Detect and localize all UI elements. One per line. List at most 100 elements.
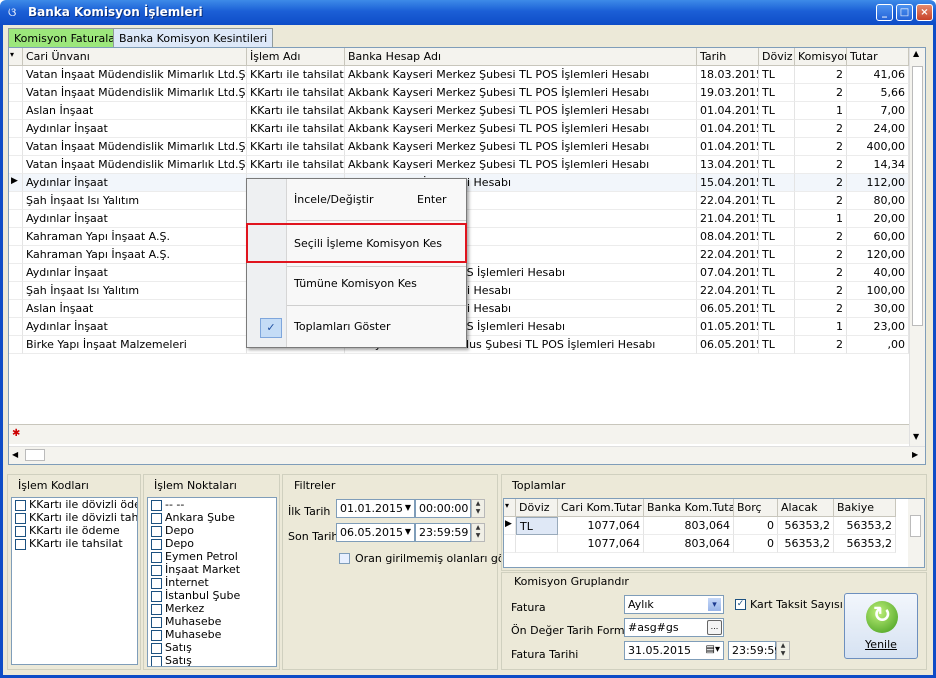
table-row[interactable]: 1077,064 803,064 0 56353,2 56353,2 [504, 535, 908, 553]
dropdown-arrow-icon[interactable]: ▼ [405, 527, 411, 536]
scroll-down-icon[interactable]: ▼ [913, 432, 919, 441]
checkbox[interactable] [15, 525, 26, 537]
toplamlar-scrollbar[interactable] [908, 499, 924, 567]
on-deger-input[interactable]: #asg#gs... [624, 618, 724, 637]
column-header[interactable]: Cari Kom.Tutar [558, 499, 644, 517]
son-saat-input[interactable]: 23:59:59 [415, 523, 471, 542]
checkbox[interactable] [15, 499, 26, 511]
checkbox[interactable] [151, 616, 162, 628]
menu-item-toplamlari-goster[interactable]: ✓ Toplamları Göster [247, 307, 466, 347]
yenile-button[interactable]: ↻ Yenile [844, 593, 918, 659]
column-header[interactable]: Bakiye [834, 499, 896, 517]
column-header-banka[interactable]: Banka Hesap Adı [345, 48, 697, 66]
tab-komisyon-faturalari[interactable]: Komisyon Faturaları [8, 28, 129, 47]
list-item[interactable]: KKartı ile dövizli tahsilat [12, 511, 137, 524]
list-item[interactable]: Depo [148, 537, 276, 550]
vertical-scroll-thumb[interactable] [912, 66, 923, 326]
ellipsis-button[interactable]: ... [707, 620, 722, 635]
list-item[interactable]: Ankara Şube [148, 511, 276, 524]
table-row[interactable]: Aslan İnşaat KKartı ile tahsilat Akbank Ka… [9, 102, 909, 120]
oran-checkbox[interactable] [339, 553, 350, 564]
table-row[interactable]: Aydınlar İnşaat KKartı ile tahsilat Akbank… [9, 120, 909, 138]
scroll-up-icon[interactable]: ▲ [913, 49, 919, 58]
list-item[interactable]: İnternet [148, 576, 276, 589]
column-header[interactable]: Alacak [778, 499, 834, 517]
table-row[interactable]: Vatan İnşaat Müdendislik Mimarlık Ltd.Şt… [9, 156, 909, 174]
column-header[interactable]: Borç [734, 499, 778, 517]
list-item[interactable]: Depo [148, 524, 276, 537]
checkbox[interactable] [151, 590, 162, 602]
checkbox[interactable] [151, 538, 162, 550]
column-header-tutar[interactable]: Tutar [847, 48, 909, 66]
tab-banka-komisyon-kesintileri[interactable]: Banka Komisyon Kesintileri [113, 28, 274, 47]
table-row[interactable]: Vatan İnşaat Müdendislik Mimarlık Ltd.Şt… [9, 66, 909, 84]
ilk-saat-spinner-icon[interactable]: ▲ ▼ [471, 499, 485, 518]
checkbox[interactable] [151, 642, 162, 654]
list-item[interactable]: Merkez [148, 602, 276, 615]
toplamlar-grid[interactable]: ▾ Döviz Cari Kom.Tutar Banka Kom.Tutar Borç… [503, 498, 925, 568]
list-item[interactable]: İnşaat Market [148, 563, 276, 576]
close-button[interactable]: × [916, 4, 933, 21]
list-item[interactable]: -- -- [148, 498, 276, 511]
scroll-thumb[interactable] [910, 515, 921, 537]
checkbox[interactable] [151, 512, 162, 524]
checkbox[interactable] [151, 629, 162, 641]
list-item[interactable]: İstanbul Şube [148, 589, 276, 602]
maximize-button[interactable]: □ [896, 4, 913, 21]
column-chooser-icon[interactable]: ▾ [9, 48, 23, 66]
list-item[interactable]: Muhasebe [148, 615, 276, 628]
dropdown-arrow-icon[interactable]: ▼ [405, 503, 411, 512]
scroll-left-icon[interactable]: ◀ [12, 450, 18, 459]
filter-icon[interactable]: ✱ [12, 428, 20, 439]
list-item[interactable]: Satış [148, 641, 276, 654]
calendar-dropdown-icon[interactable]: ▤▾ [706, 644, 720, 655]
scroll-right-icon[interactable]: ▶ [912, 450, 918, 459]
checkbox[interactable] [151, 564, 162, 576]
checkbox[interactable] [151, 525, 162, 537]
table-row[interactable]: Vatan İnşaat Müdendislik Mimarlık Ltd.Şt… [9, 84, 909, 102]
column-header-komisyon[interactable]: Komisyon [795, 48, 847, 66]
menu-item-tumune-komisyon-kes[interactable]: Tümüne Komisyon Kes [247, 264, 466, 304]
column-header-islem[interactable]: İşlem Adı [247, 48, 345, 66]
ilk-saat-input[interactable]: 00:00:00 [415, 499, 471, 518]
filter-row[interactable]: ✱ [9, 424, 909, 444]
fatura-saat-spinner-icon[interactable]: ▲ ▼ [776, 641, 790, 660]
list-item[interactable]: KKartı ile tahsilat [12, 537, 137, 550]
list-item[interactable]: KKartı ile dövizli ödeme [12, 498, 137, 511]
fatura-saat-input[interactable]: 23:59:59 [728, 641, 781, 660]
checkbox[interactable] [15, 512, 26, 524]
column-header-cari[interactable]: Cari Ünvanı [23, 48, 247, 66]
title-bar[interactable]: ଓ Banka Komisyon İşlemleri _ □ × [0, 0, 936, 25]
invoice-grid[interactable]: ▾ Cari Ünvanı İşlem Adı Banka Hesap Adı … [8, 47, 926, 465]
column-chooser-icon[interactable]: ▾ [504, 499, 516, 517]
horizontal-scroll-thumb[interactable] [25, 449, 45, 461]
table-row[interactable]: Vatan İnşaat Müdendislik Mimarlık Ltd.Şt… [9, 138, 909, 156]
minimize-button[interactable]: _ [876, 4, 893, 21]
son-tarih-input[interactable]: 06.05.2015 ▼ [336, 523, 415, 542]
list-item[interactable]: Satış [148, 654, 276, 666]
son-saat-spinner-icon[interactable]: ▲ ▼ [471, 523, 485, 542]
menu-item-secili-isleme-komisyon-kes[interactable]: Seçili İşleme Komisyon Kes [246, 223, 467, 263]
ilk-tarih-input[interactable]: 01.01.2015 ▼ [336, 499, 415, 518]
menu-item-incele-degistir[interactable]: İncele/Değiştir Enter [247, 180, 466, 220]
list-item[interactable]: Muhasebe [148, 628, 276, 641]
checkbox[interactable] [151, 577, 162, 589]
grid-vertical-scrollbar[interactable]: ▲ ▼ [909, 48, 925, 446]
fatura-tarihi-input[interactable]: 31.05.2015 ▤▾ [624, 641, 724, 660]
checkbox[interactable] [151, 603, 162, 615]
list-item[interactable]: KKartı ile ödeme [12, 524, 137, 537]
fatura-select[interactable]: Aylık ▾ [624, 595, 724, 614]
column-header-doviz[interactable]: Döviz [759, 48, 795, 66]
column-header-tarih[interactable]: Tarih [697, 48, 759, 66]
checkbox[interactable] [151, 551, 162, 563]
column-header[interactable]: Banka Kom.Tutar [644, 499, 734, 517]
column-header[interactable]: Döviz [516, 499, 558, 517]
checkbox[interactable] [151, 655, 162, 666]
table-row[interactable]: ▶ TL 1077,064 803,064 0 56353,2 56353,2 [504, 517, 908, 535]
checkbox[interactable] [15, 538, 26, 550]
grid-horizontal-scrollbar[interactable]: ◀ ▶ [9, 446, 925, 464]
kart-taksit-checkbox[interactable]: ✓ [735, 599, 746, 610]
list-item[interactable]: Eymen Petrol [148, 550, 276, 563]
chevron-down-icon[interactable]: ▾ [707, 597, 722, 612]
checkbox[interactable] [151, 499, 162, 511]
